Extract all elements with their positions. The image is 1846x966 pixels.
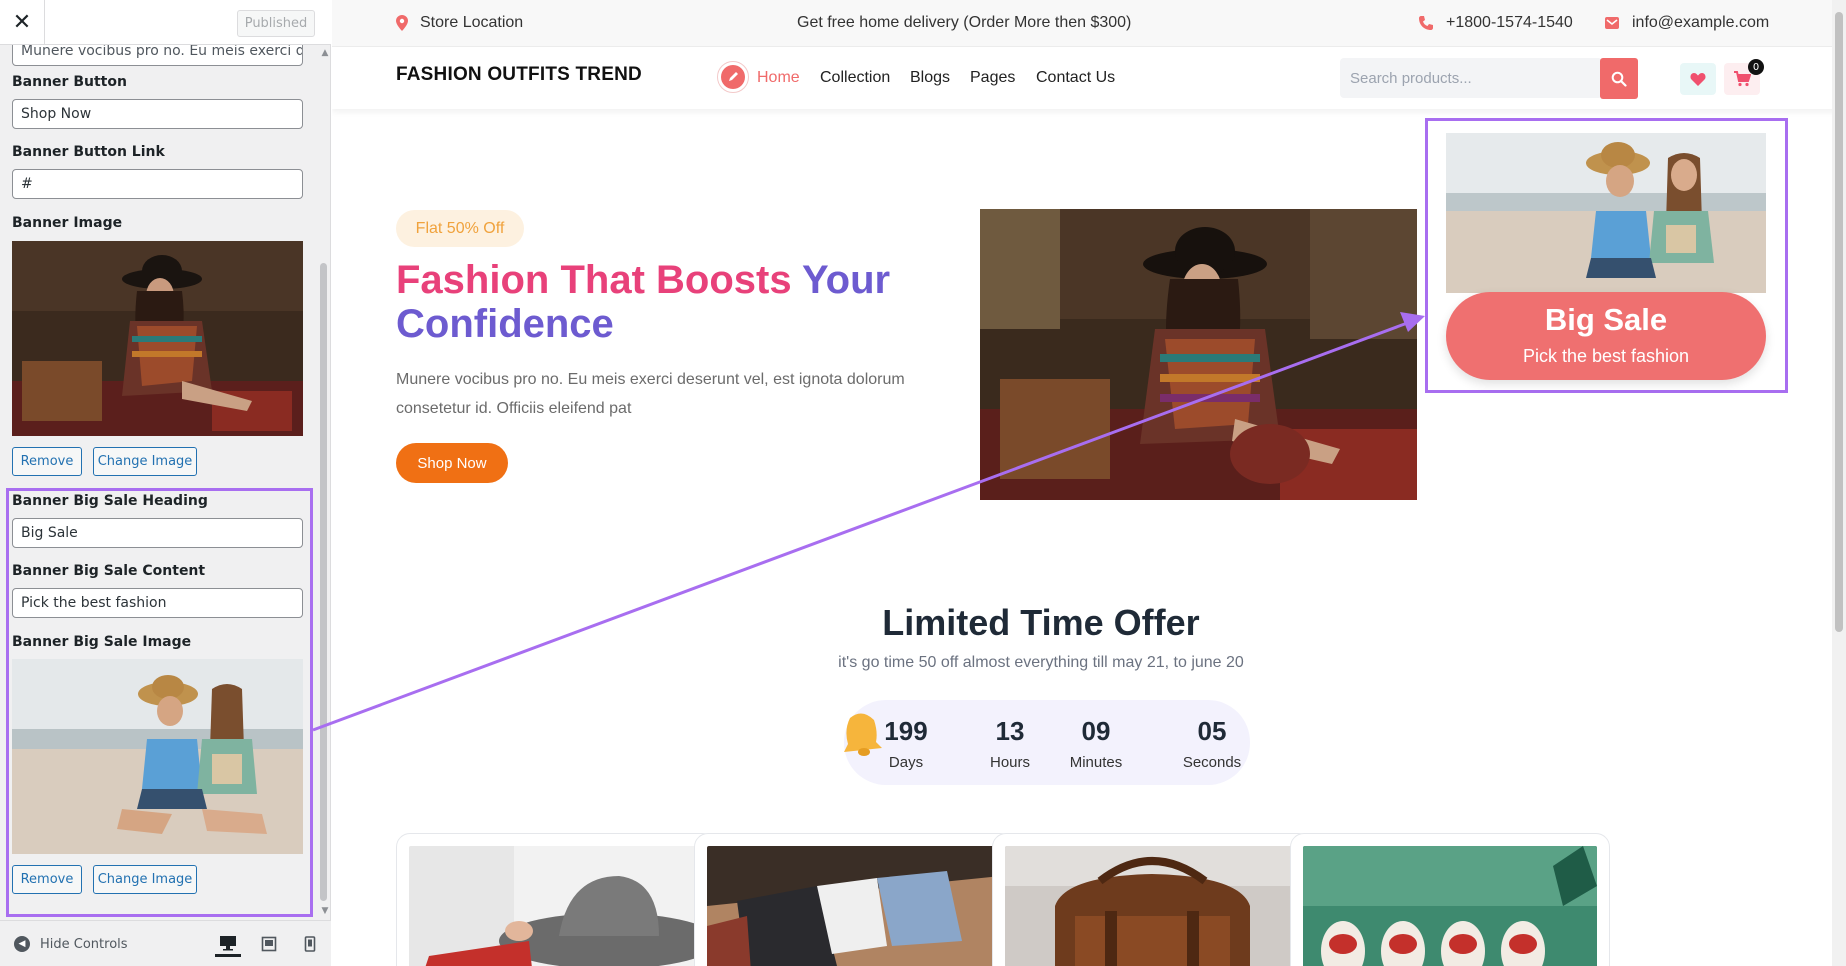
big-sale-image — [1446, 133, 1766, 293]
cart-icon — [1734, 71, 1751, 87]
banner-image-preview[interactable] — [12, 241, 303, 436]
hero-description: Munere vocibus pro no. Eu meis exerci de… — [396, 371, 905, 417]
banner-image-label: Banner Image — [12, 215, 123, 231]
countdown-seconds-value: 05 — [1197, 716, 1227, 746]
wishlist-button[interactable] — [1680, 63, 1716, 95]
countdown-days-value: 199 — [884, 716, 928, 746]
promo-text: Get free home delivery (Order More then … — [797, 14, 1131, 32]
countdown-days-label: Days — [888, 754, 924, 771]
cart-count-badge: 0 — [1748, 59, 1764, 75]
nav-pages[interactable]: Pages — [970, 69, 1015, 87]
map-pin-icon — [396, 15, 408, 31]
phone-label: +1800-1574-1540 — [1446, 14, 1573, 31]
product-card[interactable] — [396, 833, 716, 966]
heart-icon — [1690, 73, 1706, 86]
site-preview[interactable]: Store Location Get free home delivery (O… — [332, 0, 1846, 966]
mobile-preview-button[interactable] — [297, 931, 323, 957]
clothes-photo — [707, 846, 1001, 966]
close-customizer-button[interactable]: ✕ — [0, 0, 45, 45]
pencil-icon — [721, 65, 745, 89]
big-sale-banner[interactable]: Big Sale Pick the best fashion — [1446, 292, 1766, 380]
nav-contact-us[interactable]: Contact Us — [1036, 69, 1115, 87]
mail-icon — [1605, 17, 1619, 29]
store-location-label: Store Location — [420, 14, 524, 31]
hide-controls-button[interactable]: ◀ Hide Controls — [14, 936, 128, 952]
big-sale-content: Pick the best fashion — [1522, 346, 1690, 366]
offer-title: Limited Time Offer — [882, 602, 1200, 643]
leather-bag-photo — [1005, 846, 1299, 966]
countdown-timer: 199 Days 13 Hours 09 Minutes 05 Seconds — [844, 700, 1250, 785]
woman-in-hat-photo — [12, 241, 303, 436]
product-card[interactable] — [694, 833, 1014, 966]
banner-button-link-label: Banner Button Link — [12, 144, 165, 160]
discount-badge: Flat 50% Off — [396, 210, 524, 247]
big-sale-heading: Big Sale — [1544, 302, 1668, 337]
woman-in-hat-photo — [980, 209, 1417, 500]
scroll-down-icon[interactable]: ▼ — [319, 906, 331, 916]
nav-blogs[interactable]: Blogs — [910, 69, 950, 87]
tablet-icon — [261, 936, 277, 952]
store-location-link[interactable]: Store Location — [396, 14, 523, 32]
beach-friends-photo — [1446, 133, 1766, 293]
edit-shortcut-button[interactable] — [717, 61, 749, 93]
hat-photo — [409, 846, 703, 966]
site-brand[interactable]: FASHION OUTFITS TREND — [396, 64, 642, 86]
hero-banner-image — [980, 209, 1417, 500]
customizer-header: ✕ Published — [0, 0, 331, 45]
banner-button-field[interactable]: Shop Now — [12, 99, 303, 129]
banner-button-label: Banner Button — [12, 74, 127, 90]
product-image — [409, 846, 703, 966]
product-image — [707, 846, 1001, 966]
big-sale-controls-highlight — [6, 488, 313, 917]
email-label: info@example.com — [1632, 14, 1770, 31]
nav-collection[interactable]: Collection — [820, 69, 890, 87]
hero-title-part3: Confidence — [396, 302, 614, 346]
promo-label: Get free home delivery (Order More then … — [797, 14, 1132, 31]
collapse-icon: ◀ — [14, 936, 30, 952]
product-image — [1303, 846, 1597, 966]
desktop-icon — [220, 935, 236, 950]
product-card[interactable] — [1290, 833, 1610, 966]
countdown-minutes-label: Minutes — [1069, 754, 1123, 771]
tablet-preview-button[interactable] — [256, 931, 282, 957]
published-button[interactable]: Published — [237, 10, 315, 37]
search-icon — [1611, 71, 1627, 87]
product-card[interactable] — [992, 833, 1312, 966]
customizer-scrollbar-thumb[interactable] — [320, 263, 327, 901]
search-input[interactable]: Search products... — [1340, 58, 1602, 98]
phone-icon — [1419, 16, 1433, 30]
email-link[interactable]: info@example.com — [1604, 14, 1769, 32]
close-icon: ✕ — [12, 10, 32, 35]
top-bar: Store Location Get free home delivery (O… — [332, 0, 1846, 47]
hide-controls-label: Hide Controls — [40, 936, 128, 952]
phone-link[interactable]: +1800-1574-1540 — [1418, 14, 1573, 32]
shoes-photo — [1303, 846, 1597, 966]
countdown-hours-label: Hours — [989, 754, 1030, 771]
banner-image-remove-button[interactable]: Remove — [12, 447, 82, 476]
banner-content-field[interactable]: Munere vocibus pro no. Eu meis exerci de… — [12, 45, 303, 66]
customizer-footer: ◀ Hide Controls — [0, 920, 331, 966]
shop-now-button[interactable]: Shop Now — [396, 443, 508, 483]
countdown-minutes-value: 09 — [1081, 716, 1111, 746]
search-button[interactable] — [1600, 58, 1638, 99]
hero-title-part1: Fashion That Boosts — [396, 258, 792, 302]
hero-title: Fashion That Boosts Your Confidence — [396, 258, 916, 346]
mobile-icon — [304, 936, 316, 952]
nav-home[interactable]: Home — [757, 69, 800, 87]
offer-subtitle: it's go time 50 off almost everything ti… — [838, 654, 1244, 671]
preview-scrollbar-thumb[interactable] — [1835, 12, 1843, 632]
banner-button-link-field[interactable]: # — [12, 169, 303, 199]
main-navbar: FASHION OUTFITS TREND Home Collection Bl… — [332, 47, 1846, 109]
hero-title-part2: Your — [801, 258, 891, 302]
countdown-hours-value: 13 — [995, 716, 1025, 746]
product-image — [1005, 846, 1299, 966]
banner-image-change-button[interactable]: Change Image — [93, 447, 197, 476]
scroll-up-icon[interactable]: ▲ — [319, 48, 331, 58]
desktop-preview-button[interactable] — [215, 931, 241, 957]
customizer-sidebar: ✕ Published Munere vocibus pro no. Eu me… — [0, 0, 331, 966]
countdown-seconds-label: Seconds — [1182, 754, 1242, 771]
